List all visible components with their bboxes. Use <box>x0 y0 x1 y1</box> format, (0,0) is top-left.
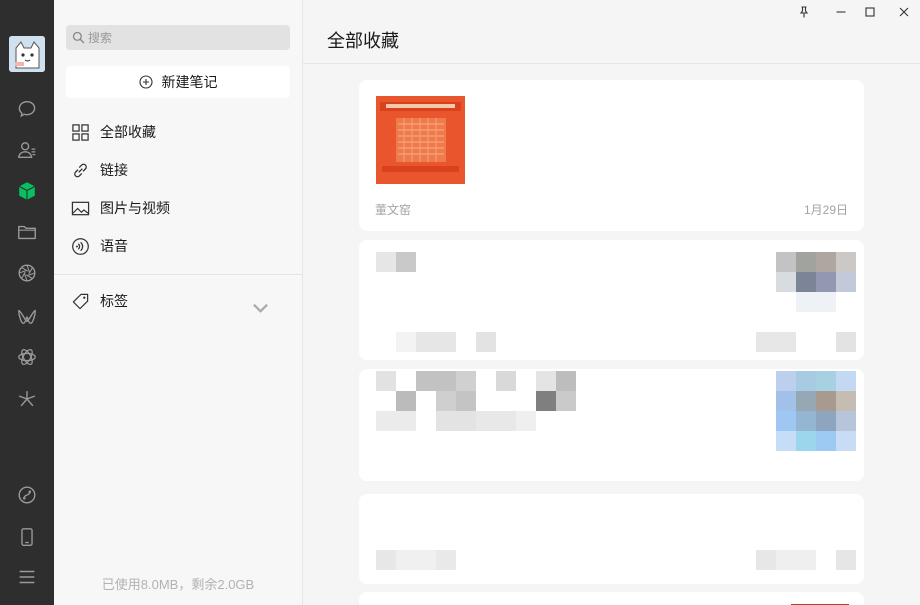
mini-program-icon[interactable] <box>15 345 39 369</box>
favorite-card[interactable] <box>359 592 864 605</box>
new-note-button[interactable]: 新建笔记 <box>66 66 290 98</box>
nav-item-media-label: 图片与视频 <box>100 200 170 216</box>
moments-icon[interactable] <box>15 261 39 285</box>
folder-icon[interactable] <box>15 220 39 244</box>
chat-icon[interactable] <box>15 97 39 121</box>
channels-icon[interactable] <box>15 304 39 328</box>
poster-image-icon <box>376 96 465 184</box>
favorite-thumbnail <box>376 96 465 184</box>
image-icon <box>71 201 90 215</box>
close-icon[interactable] <box>897 5 911 19</box>
favorite-card[interactable]: 董文窑 1月29日 <box>359 80 864 231</box>
favorite-card-pixelated[interactable] <box>359 240 864 360</box>
favorites-main: 全部收藏 董文窑 1月29日 <box>303 0 920 605</box>
main-header: 全部收藏 <box>303 0 920 64</box>
chevron-down-icon[interactable] <box>251 298 270 317</box>
plus-circle-icon <box>138 75 153 89</box>
nav-item-media[interactable]: 图片与视频 <box>54 189 302 227</box>
voice-icon <box>72 237 89 255</box>
sidebar-divider <box>54 274 302 275</box>
search-input[interactable] <box>88 25 283 50</box>
link-icon <box>74 163 87 177</box>
minimize-icon[interactable] <box>834 5 848 19</box>
contacts-icon[interactable] <box>15 138 39 162</box>
favorites-cube-icon[interactable] <box>15 179 39 203</box>
favorite-source: 董文窑 <box>375 203 412 217</box>
favorite-card-pixelated[interactable] <box>359 494 864 584</box>
search-box[interactable] <box>66 25 290 50</box>
grid-icon <box>72 123 89 141</box>
nav-item-voice[interactable]: 语音 <box>54 227 302 265</box>
favorite-date: 1月29日 <box>803 203 848 217</box>
storage-usage: 已使用8.0MB，剩余2.0GB <box>101 577 255 592</box>
menu-icon[interactable] <box>15 565 39 589</box>
cat-avatar-icon <box>9 36 45 72</box>
app-rail <box>0 0 54 605</box>
search-icon <box>72 31 85 44</box>
favorites-sidebar: 新建笔记 全部收藏 链接 图片与视频 语音 标签 已使用8.0MB，剩余2.0G… <box>54 0 303 605</box>
nav-item-links[interactable]: 链接 <box>54 151 302 189</box>
nav-item-tags-label: 标签 <box>100 293 128 309</box>
phone-icon[interactable] <box>15 525 39 549</box>
nav-item-voice-label: 语音 <box>100 238 128 254</box>
new-note-label: 新建笔记 <box>161 74 218 90</box>
nav-item-links-label: 链接 <box>100 162 128 178</box>
maximize-icon[interactable] <box>863 5 877 19</box>
pin-icon[interactable] <box>797 5 811 19</box>
mini-programs-panel-icon[interactable] <box>15 483 39 507</box>
nav-item-tags[interactable]: 标签 <box>54 282 302 320</box>
tag-icon <box>72 293 89 309</box>
avatar[interactable] <box>9 36 45 72</box>
page-title: 全部收藏 <box>327 31 399 51</box>
nav-item-all-label: 全部收藏 <box>100 124 156 140</box>
favorite-card-pixelated[interactable] <box>359 369 864 481</box>
search-sparkle-icon[interactable] <box>15 387 39 411</box>
nav-item-all[interactable]: 全部收藏 <box>54 113 302 151</box>
